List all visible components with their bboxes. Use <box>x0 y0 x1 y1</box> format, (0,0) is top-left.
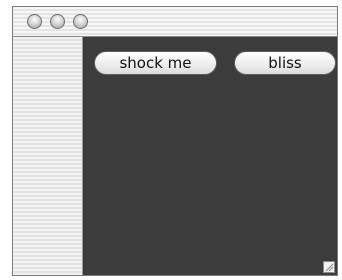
main-content: shock me bliss <box>83 37 337 275</box>
bliss-button[interactable]: bliss <box>234 51 336 75</box>
minimize-icon[interactable] <box>50 14 65 29</box>
sidebar <box>13 37 83 275</box>
resize-grip-icon[interactable] <box>323 261 335 273</box>
close-icon[interactable] <box>27 14 42 29</box>
zoom-icon[interactable] <box>73 14 88 29</box>
shock-me-button[interactable]: shock me <box>94 51 217 75</box>
app-window: shock me bliss <box>12 6 338 276</box>
title-bar[interactable] <box>13 7 337 37</box>
